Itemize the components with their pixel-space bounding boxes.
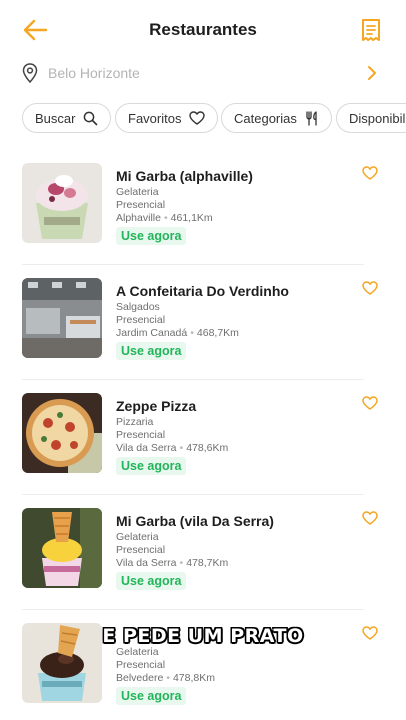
video-caption-overlay: E PEDE UM PRATO (102, 625, 304, 647)
restaurant-name: Mi Garba (alphaville) (116, 168, 253, 184)
use-now-badge[interactable]: Use agora (116, 572, 187, 590)
restaurant-service-mode: Presencial (116, 199, 166, 211)
restaurant-area: Alphaville (116, 212, 161, 224)
separator-dot: • (179, 442, 184, 454)
location-selector[interactable]: Belo Horizonte (0, 60, 406, 86)
restaurant-card[interactable]: Mi Garba (alphaville) Gelateria Presenci… (0, 150, 406, 265)
restaurant-image (22, 163, 102, 243)
favorite-heart-icon[interactable] (362, 396, 378, 410)
restaurant-image (22, 508, 102, 588)
page-title: Restaurantes (149, 20, 257, 39)
filter-chips: Buscar Favoritos Categorias Disponibili (22, 103, 406, 133)
receipt-icon (362, 19, 380, 41)
restaurant-area: Vila da Serra (116, 557, 177, 569)
filter-favorites-chip[interactable]: Favoritos (115, 103, 219, 133)
restaurant-area: Belvedere (116, 672, 164, 684)
restaurant-area: Vila da Serra (116, 442, 177, 454)
restaurant-name: A Confeitaria Do Verdinho (116, 283, 289, 299)
search-icon (84, 111, 98, 125)
use-now-badge[interactable]: Use agora (116, 227, 187, 245)
restaurant-service-mode: Presencial (116, 544, 166, 556)
favorite-heart-icon[interactable] (362, 281, 378, 295)
separator-dot: • (190, 327, 194, 339)
restaurant-category: Gelateria (116, 531, 159, 543)
orders-button[interactable] (360, 18, 382, 42)
restaurant-distance: 478,8Km (172, 672, 215, 684)
heart-icon (189, 111, 206, 125)
location-city: Belo Horizonte (48, 65, 140, 81)
map-pin-icon (22, 63, 38, 83)
chip-label: Categorias (234, 110, 297, 126)
restaurant-distance: 461,1Km (170, 212, 213, 224)
filter-availability-chip[interactable]: Disponibili (336, 103, 406, 133)
restaurant-service-mode: Presencial (116, 314, 166, 326)
chip-label: Buscar (35, 110, 76, 126)
restaurant-location: Alphaville • 461,1Km (116, 212, 213, 224)
restaurant-card[interactable]: A Confeitaria Do Verdinho Salgados Prese… (0, 265, 406, 380)
favorite-heart-icon[interactable] (362, 166, 378, 180)
restaurant-area: Jardim Canadá (116, 327, 188, 339)
restaurant-service-mode: Presencial (116, 429, 166, 441)
separator-dot: • (166, 672, 170, 684)
restaurant-location: Vila da Serra • 478,7Km (116, 557, 228, 569)
restaurant-location: Belvedere • 478,8Km (116, 672, 215, 684)
app-header: Restaurantes (0, 0, 406, 60)
restaurant-distance: 478,7Km (186, 557, 229, 569)
restaurant-card[interactable]: Mi Garba (vila Da Serra) Gelateria Prese… (0, 495, 406, 610)
cutlery-icon (306, 110, 317, 126)
restaurant-category: Gelateria (116, 646, 159, 658)
restaurant-image (22, 278, 102, 358)
restaurant-name: Mi Garba (vila Da Serra) (116, 513, 274, 529)
restaurant-distance: 478,6Km (186, 442, 229, 454)
use-now-badge[interactable]: Use agora (116, 457, 187, 475)
use-now-badge[interactable]: Use agora (116, 687, 187, 705)
favorite-heart-icon[interactable] (362, 511, 378, 525)
restaurant-image (22, 393, 102, 473)
chip-label: Favoritos (128, 110, 182, 126)
restaurant-name: Zeppe Pizza (116, 398, 197, 414)
filter-search-chip[interactable]: Buscar (22, 103, 112, 133)
restaurant-location: Vila da Serra • 478,6Km (116, 442, 228, 454)
restaurant-distance: 468,7Km (196, 327, 239, 339)
chip-label: Disponibili (349, 110, 406, 126)
restaurant-card[interactable]: Zeppe Pizza Pizzaria Presencial Vila da … (0, 380, 406, 495)
restaurant-category: Salgados (116, 301, 160, 313)
restaurant-category: Pizzaria (116, 416, 154, 428)
restaurant-category: Gelateria (116, 186, 159, 198)
separator-dot: • (163, 212, 168, 224)
restaurant-location: Jardim Canadá • 468,7Km (116, 327, 239, 339)
filter-categories-chip[interactable]: Categorias (221, 103, 332, 133)
restaurant-service-mode: Presencial (116, 659, 166, 671)
use-now-badge[interactable]: Use agora (116, 342, 187, 360)
separator-dot: • (179, 557, 184, 569)
chevron-right-icon (368, 66, 376, 80)
